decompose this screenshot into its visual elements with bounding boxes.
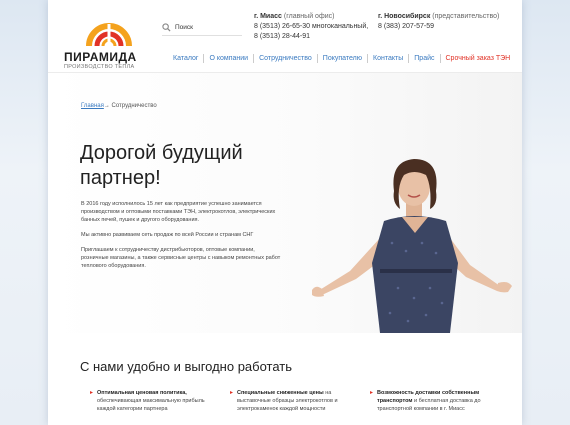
nav-item-cooperation[interactable]: Сотрудничество [253,53,317,63]
benefit-item: ▸ Специальные сниженные цены на выставоч… [230,389,358,413]
search-icon[interactable] [162,23,171,32]
hero: Главная→ Сотрудничество Дорогой будущий … [48,73,522,333]
benefit-title: Оптимальная ценовая политика, [97,390,187,396]
nav-item-buyers[interactable]: Покупателю [316,53,367,63]
logo-mark-icon [86,23,132,47]
bullet-arrow-icon: ▸ [370,390,374,396]
hero-paragraph: В 2016 году исполнилось 15 лет как предп… [81,201,276,223]
nav-item-about[interactable]: О компании [203,53,253,63]
hero-paragraph: Мы активно развиваем сеть продаж по всей… [81,232,254,238]
contact-novosibirsk: г. Новосибирск (представительство) 8 (38… [378,12,499,32]
nav-item-urgent-order[interactable]: Срочный заказ ТЭН [439,53,516,63]
main-nav: Каталог О компании Сотрудничество Покупа… [168,52,515,64]
logo-subtitle: ПРОИЗВОДСТВО ТЕПЛА [64,64,135,70]
contact-phone[interactable]: 8 (3513) 26-65-30 многоканальный, [254,22,368,32]
breadcrumb: Главная→ Сотрудничество [81,103,157,109]
page-title-line: партнер! [80,167,161,189]
contact-phone[interactable]: 8 (383) 207-57-59 [378,22,499,32]
hero-text: В 2016 году исполнилось 15 лет как предп… [81,200,281,277]
header: ПИРАМИДА ПРОИЗВОДСТВО ТЕПЛА г. Миасс (гл… [48,0,522,70]
hero-paragraph: Приглашаем к сотрудничеству дистрибьютор… [81,247,281,269]
contact-phone[interactable]: 8 (3513) 28-44-91 [254,32,368,42]
breadcrumb-home-link[interactable]: Главная [81,103,104,109]
page-title-line: Дорогой будущий [80,142,243,164]
breadcrumb-separator: → [103,103,110,109]
nav-item-contacts[interactable]: Контакты [367,53,408,63]
logo[interactable]: ПИРАМИДА ПРОИЗВОДСТВО ТЕПЛА [64,10,154,70]
breadcrumb-current: Сотрудничество [111,103,157,109]
contact-note: (главный офис) [283,13,335,20]
woman-photo [312,159,512,333]
page: ПИРАМИДА ПРОИЗВОДСТВО ТЕПЛА г. Миасс (гл… [48,0,522,425]
page-title: Дорогой будущий партнер! [80,141,280,191]
bullet-arrow-icon: ▸ [230,390,234,396]
benefit-text: обеспечивающая максимальную прибыль кажд… [97,398,205,412]
contact-city: г. Миасс [254,13,282,20]
benefits-list: ▸ Оптимальная ценовая политика, обеспечи… [90,389,510,413]
contact-note: (представительство) [432,13,500,20]
search-input[interactable] [175,21,241,34]
benefit-title: Специальные сниженные цены [237,390,324,396]
benefits-title: С нами удобно и выгодно работать [80,359,293,374]
nav-item-catalog[interactable]: Каталог [168,54,203,63]
logo-title: ПИРАМИДА [64,50,137,64]
contact-miass: г. Миасс (главный офис) 8 (3513) 26-65-3… [254,12,368,42]
benefit-item: ▸ Оптимальная ценовая политика, обеспечи… [90,389,218,413]
search-box[interactable] [162,20,242,36]
bullet-arrow-icon: ▸ [90,390,94,396]
nav-item-price[interactable]: Прайс [408,53,439,63]
contact-city: г. Новосибирск [378,13,431,20]
benefit-item: ▸ Возможность доставки собственным транс… [370,389,498,413]
